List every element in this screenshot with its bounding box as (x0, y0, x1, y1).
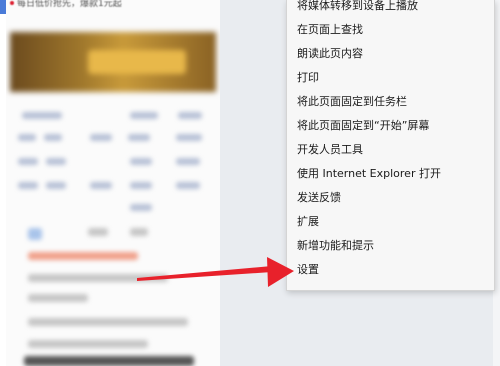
menu-item-print[interactable]: 打印 (287, 66, 494, 90)
menu-item-developer-tools[interactable]: 开发人员工具 (287, 138, 494, 162)
menu-item-whats-new[interactable]: 新增功能和提示 (287, 234, 494, 258)
menu-item-send-feedback[interactable]: 发送反馈 (287, 186, 494, 210)
web-page-blurred: 每日低价抢先，爆款1元起 (6, 0, 220, 366)
menu-item-read-aloud[interactable]: 朗读此页内容 (287, 42, 494, 66)
top-snippet: 每日低价抢先，爆款1元起 (17, 0, 122, 9)
menu-item-settings[interactable]: 设置 (287, 258, 494, 282)
menu-item-extensions[interactable]: 扩展 (287, 210, 494, 234)
menu-item-pin-to-taskbar[interactable]: 将此页面固定到任务栏 (287, 90, 494, 114)
browser-context-menu: 将媒体转移到设备上播放 在页面上查找 朗读此页内容 打印 将此页面固定到任务栏 … (286, 0, 495, 291)
menu-item-find-on-page[interactable]: 在页面上查找 (287, 18, 494, 42)
red-dot-icon (10, 1, 14, 5)
content-text-blurred (10, 222, 216, 366)
banner-badge (88, 50, 186, 74)
page-top-banner-text: 每日低价抢先，爆款1元起 (10, 0, 216, 10)
menu-item-pin-to-start[interactable]: 将此页面固定到“开始”屏幕 (287, 114, 494, 138)
category-grid-blurred (10, 108, 216, 218)
promo-banner[interactable] (10, 32, 216, 92)
menu-item-cast-media[interactable]: 将媒体转移到设备上播放 (287, 0, 494, 18)
menu-item-open-with-ie[interactable]: 使用 Internet Explorer 打开 (287, 162, 494, 186)
